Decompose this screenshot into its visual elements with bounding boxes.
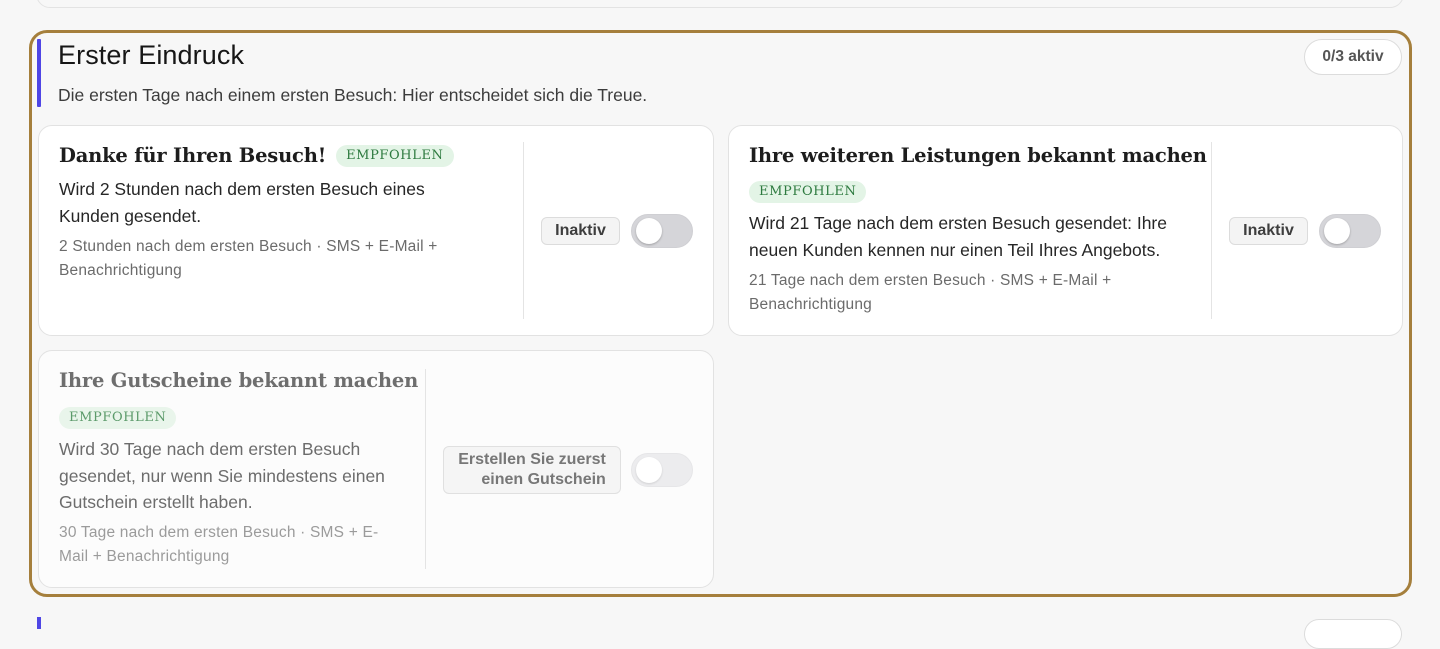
toggle-knob: [636, 218, 662, 244]
previous-section-card: [36, 0, 1404, 8]
create-voucher-first-chip: Erstellen Sie zuerst einen Gutschein: [443, 446, 621, 494]
card-divider: [425, 369, 426, 569]
card-description: Wird 2 Stunden nach dem ersten Besuch ei…: [59, 179, 425, 226]
card-meta: 30 Tage nach dem ersten Besuch · SMS + E…: [59, 524, 379, 565]
automation-card-danke: Danke für Ihren Besuch! EMPFOHLEN Wird 2…: [38, 125, 714, 336]
card-title: Ihre weiteren Leistungen bekannt machen: [749, 144, 1207, 167]
next-section-accent-bar: [37, 617, 41, 629]
card-description: Wird 30 Tage nach dem ersten Besuch gese…: [59, 439, 385, 512]
status-chip: Inaktiv: [1229, 217, 1308, 245]
automation-card-gutscheine: Ihre Gutscheine bekannt machen EMPFOHLEN…: [38, 350, 714, 588]
card-meta: 2 Stunden nach dem ersten Besuch · SMS +…: [59, 238, 438, 279]
card-meta: 21 Tage nach dem ersten Besuch · SMS + E…: [749, 272, 1112, 313]
activation-toggle[interactable]: [1319, 214, 1381, 248]
toggle-knob: [1324, 218, 1350, 244]
recommended-badge: EMPFOHLEN: [336, 144, 454, 167]
next-section-count-badge: [1304, 619, 1402, 649]
status-chip: Inaktiv: [541, 217, 620, 245]
activation-toggle-disabled: [631, 453, 693, 487]
automation-card-leistungen: Ihre weiteren Leistungen bekannt machen …: [728, 125, 1403, 336]
section-title: Erster Eindruck: [58, 40, 245, 70]
card-title: Ihre Gutscheine bekannt machen: [59, 369, 419, 392]
active-count-badge: 0/3 aktiv: [1304, 39, 1402, 75]
recommended-badge: EMPFOHLEN: [59, 407, 177, 429]
card-divider: [1211, 142, 1212, 319]
card-description: Wird 21 Tage nach dem ersten Besuch gese…: [749, 213, 1167, 260]
toggle-knob: [636, 457, 662, 483]
section-accent-bar: [37, 39, 41, 107]
activation-toggle[interactable]: [631, 214, 693, 248]
recommended-badge: EMPFOHLEN: [749, 181, 867, 203]
section-subtitle: Die ersten Tage nach einem ersten Besuch…: [58, 85, 648, 105]
card-divider: [523, 142, 524, 319]
card-title: Danke für Ihren Besuch!: [59, 144, 327, 167]
